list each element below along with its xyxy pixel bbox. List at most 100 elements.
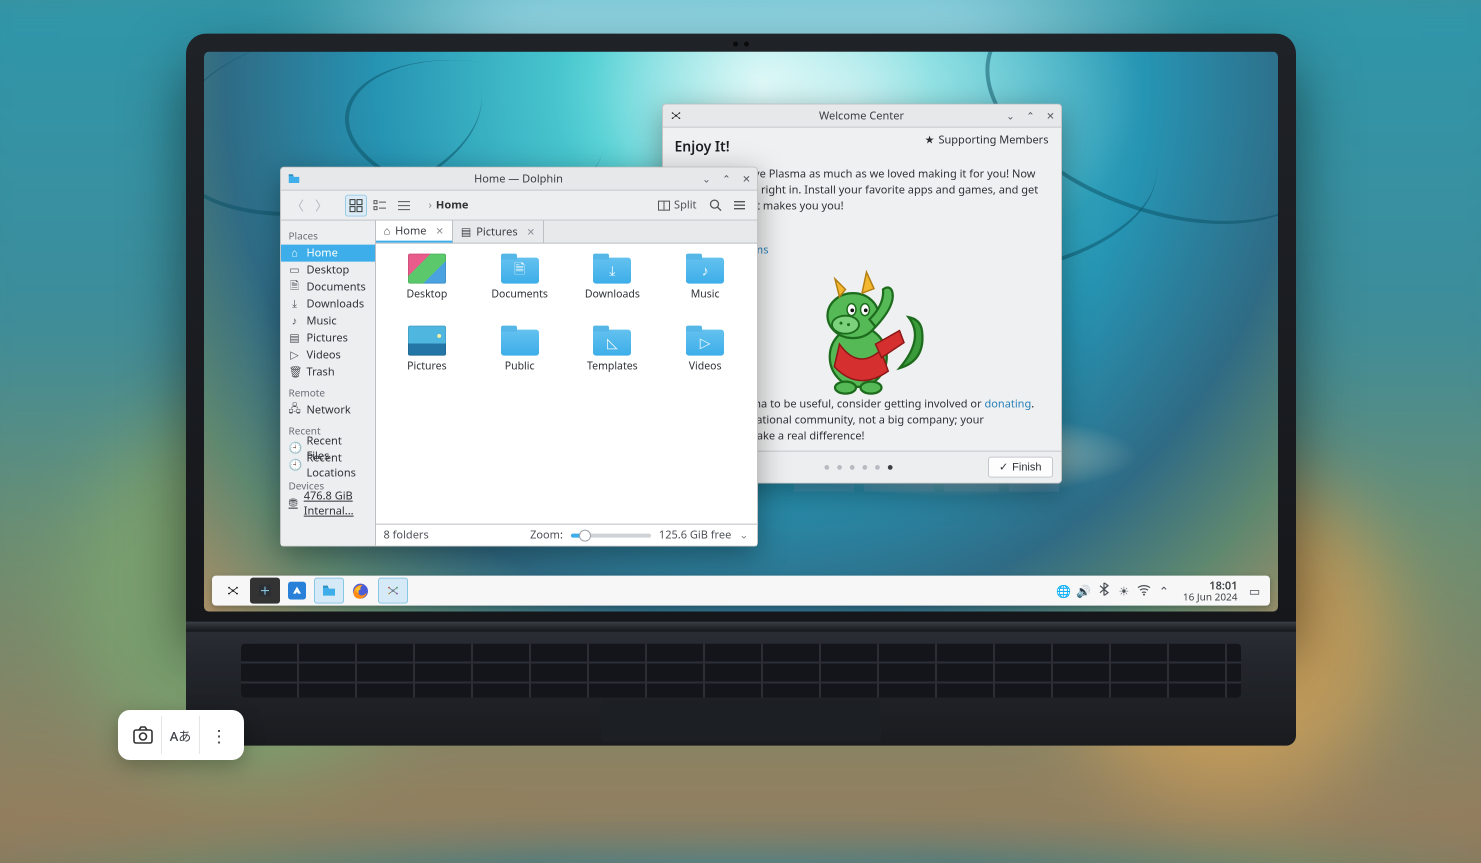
folder-icon: ⤓ — [593, 254, 631, 284]
sidebar-item-desktop[interactable]: ▭Desktop — [281, 262, 375, 279]
sidebar-item-music[interactable]: ♪Music — [281, 313, 375, 330]
dolphin-title: Home — Dolphin — [281, 171, 757, 186]
keyboard — [241, 644, 1241, 698]
folder-templates[interactable]: ◺ Templates — [567, 326, 658, 396]
more-icon[interactable]: ⋮ — [200, 716, 238, 754]
breadcrumb[interactable]: › Home — [425, 198, 473, 213]
maximize-button[interactable]: ⌃ — [1021, 106, 1041, 126]
sidebar-item-documents[interactable]: 🗎Documents — [281, 279, 375, 296]
breadcrumb-home[interactable]: Home — [436, 198, 469, 213]
tab-home[interactable]: ⌂ Home ✕ — [376, 221, 453, 243]
remote-section-header: Remote — [281, 381, 375, 402]
forward-button[interactable]: 〉 — [311, 194, 333, 216]
sidebar-item-videos[interactable]: ▷Videos — [281, 347, 375, 364]
supporting-members-link[interactable]: ★ Supporting Members — [925, 133, 1049, 148]
videos-icon: ▷ — [686, 326, 724, 356]
compact-view-button[interactable] — [369, 194, 391, 216]
task-firefox[interactable] — [346, 578, 376, 604]
details-view-button[interactable] — [393, 194, 415, 216]
file-grid[interactable]: Desktop 🗎 Documents ⤓ Downloads — [376, 244, 757, 524]
sidebar-item-trash[interactable]: 🗑Trash — [281, 364, 375, 381]
task-discover[interactable] — [282, 578, 312, 604]
home-icon: ⌂ — [289, 246, 301, 261]
folder-icon: ♪ — [686, 254, 724, 284]
trash-icon: 🗑 — [289, 365, 301, 380]
bezel: Welcome Center ⌄ ⌃ ✕ Enjoy It! ★ Support… — [186, 34, 1296, 626]
minimize-button[interactable]: ⌄ — [1001, 106, 1021, 126]
drive-icon: ⛃ — [289, 496, 298, 511]
desktop-icon: ▭ — [289, 263, 301, 278]
dolphin-titlebar[interactable]: Home — Dolphin ⌄ ⌃ ✕ — [281, 168, 757, 191]
close-button[interactable]: ✕ — [737, 169, 757, 189]
folder-downloads[interactable]: ⤓ Downloads — [567, 254, 658, 324]
recent-files-icon: 🕘 — [289, 441, 301, 456]
folder-public[interactable]: Public — [474, 326, 565, 396]
sidebar-item-device[interactable]: ⛃476.8 GiB Internal... — [281, 495, 375, 512]
zoom-slider[interactable] — [571, 533, 651, 537]
dolphin-tabs: ⌂ Home ✕ ▤ Pictures ✕ — [376, 221, 757, 244]
dolphin-app-icon — [285, 170, 303, 188]
sidebar-item-downloads[interactable]: ⤓Downloads — [281, 296, 375, 313]
sidebar-item-recent-locations[interactable]: 🕘Recent Locations — [281, 457, 375, 474]
tray-expand-icon[interactable]: ⌃ — [1155, 582, 1173, 599]
tray-show-desktop-icon[interactable]: ▭ — [1246, 582, 1264, 599]
folder-desktop[interactable]: Desktop — [382, 254, 473, 324]
templates-icon: ◺ — [593, 326, 631, 356]
downloads-icon: ⤓ — [289, 297, 301, 312]
maximize-button[interactable]: ⌃ — [717, 169, 737, 189]
folder-music[interactable]: ♪ Music — [660, 254, 751, 324]
back-button[interactable]: 〈 — [287, 194, 309, 216]
tray-lang-icon[interactable]: 🌐 — [1055, 582, 1073, 599]
overlay-toolbar: Aあ ⋮ — [118, 710, 244, 760]
chevron-down-icon[interactable]: ⌄ — [739, 528, 748, 543]
pictures-icon: ▤ — [289, 331, 301, 346]
plasma-panel: 🌐 🔊 ☀ ⌃ 18:01 16 Jun 2024 ▭ — [212, 576, 1270, 606]
minimize-button[interactable]: ⌄ — [697, 169, 717, 189]
folder-videos[interactable]: ▷ Videos — [660, 326, 751, 396]
pictures-thumb: ● — [408, 326, 446, 356]
star-icon: ★ — [925, 133, 935, 148]
close-tab-icon[interactable]: ✕ — [527, 225, 535, 239]
tab-pictures[interactable]: ▤ Pictures ✕ — [453, 221, 544, 243]
folder-documents[interactable]: 🗎 Documents — [474, 254, 565, 324]
desktop: Welcome Center ⌄ ⌃ ✕ Enjoy It! ★ Support… — [204, 52, 1278, 612]
welcome-titlebar[interactable]: Welcome Center ⌄ ⌃ ✕ — [663, 105, 1061, 128]
sidebar-item-network[interactable]: 🖧Network — [281, 402, 375, 419]
desktop-thumb — [408, 254, 446, 284]
pictures-icon: ▤ — [461, 224, 471, 239]
chevron-right-icon: › — [429, 198, 432, 213]
close-button[interactable]: ✕ — [1041, 106, 1061, 126]
tray-brightness-icon[interactable]: ☀ — [1115, 582, 1133, 599]
screen: Welcome Center ⌄ ⌃ ✕ Enjoy It! ★ Support… — [204, 52, 1278, 612]
task-settings[interactable] — [250, 578, 280, 604]
split-button[interactable]: Split — [652, 194, 702, 216]
icons-view-button[interactable] — [345, 194, 367, 216]
tray-volume-icon[interactable]: 🔊 — [1075, 582, 1093, 599]
camera-notch — [701, 41, 781, 47]
donating-link[interactable]: donating — [984, 397, 1031, 412]
task-dolphin[interactable] — [314, 578, 344, 604]
recent-locations-icon: 🕘 — [289, 458, 301, 473]
sidebar-item-home[interactable]: ⌂Home — [281, 245, 375, 262]
dolphin-toolbar: 〈 〉 › — [281, 191, 757, 221]
panel-clock[interactable]: 18:01 16 Jun 2024 — [1183, 580, 1238, 601]
translate-icon[interactable]: Aあ — [162, 716, 200, 754]
sidebar-item-pictures[interactable]: ▤Pictures — [281, 330, 375, 347]
documents-icon: 🗎 — [501, 254, 539, 284]
folder-pictures[interactable]: ● Pictures — [382, 326, 473, 396]
dolphin-statusbar: 8 folders Zoom: 125.6 GiB free ⌄ — [376, 524, 757, 546]
camera-icon[interactable] — [124, 716, 162, 754]
hamburger-menu-button[interactable] — [729, 194, 751, 216]
public-icon — [501, 326, 539, 356]
task-welcome[interactable] — [378, 578, 408, 604]
app-launcher[interactable] — [218, 578, 248, 604]
tray-bluetooth-icon[interactable] — [1095, 582, 1113, 599]
welcome-app-icon — [667, 107, 685, 125]
status-count: 8 folders — [384, 528, 429, 543]
tray-wifi-icon[interactable] — [1135, 582, 1153, 599]
search-button[interactable] — [705, 194, 727, 216]
music-icon: ♪ — [289, 314, 301, 329]
close-tab-icon[interactable]: ✕ — [435, 224, 443, 238]
videos-icon: ▷ — [289, 348, 301, 363]
folder-icon: ▷ — [686, 326, 724, 356]
